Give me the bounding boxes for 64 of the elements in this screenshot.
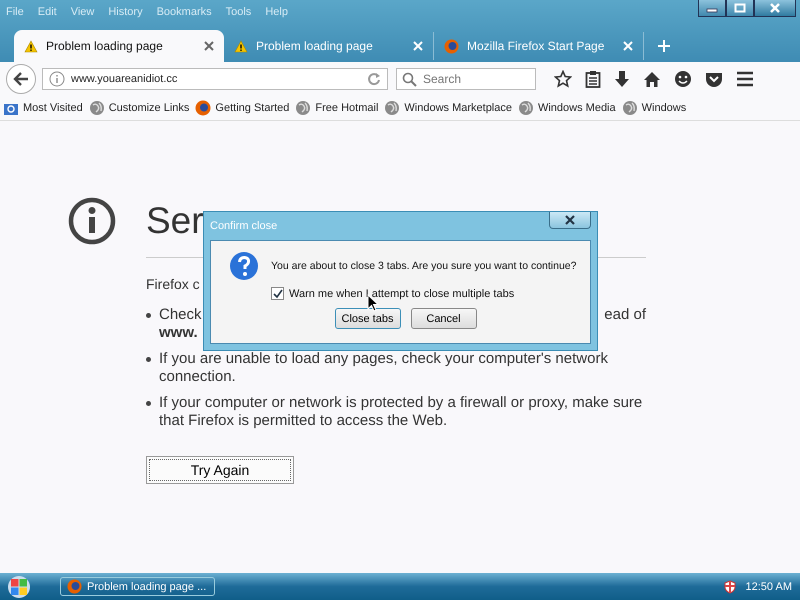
checkbox-label: Warn me when I attempt to close multiple tabs — [289, 288, 514, 300]
error-text: Firefox c — [146, 276, 201, 292]
close-icon — [768, 3, 782, 13]
firefox-icon — [195, 100, 212, 116]
warning-icon — [234, 40, 248, 52]
question-icon — [229, 251, 259, 281]
bookmark-item[interactable]: Most Visited — [3, 100, 83, 116]
bookmark-item[interactable]: Free Hotmail — [295, 100, 378, 116]
bookmark-item[interactable]: Windows Media — [518, 100, 616, 116]
globe-icon — [622, 100, 638, 116]
home-icon[interactable] — [643, 70, 661, 88]
close-button[interactable] — [549, 212, 591, 229]
bookmark-item[interactable]: Getting Started — [195, 100, 290, 116]
info-icon — [68, 197, 116, 245]
try-again-button[interactable]: Try Again — [146, 456, 294, 484]
search-field[interactable]: Search — [396, 68, 536, 90]
dialog-message: You are about to close 3 tabs. Are you sure you want to continue? — [271, 260, 576, 272]
bullet-icon — [146, 357, 151, 362]
bullet-icon — [146, 401, 151, 406]
globe-icon — [88, 100, 105, 116]
dialog-button[interactable]: Close tabs — [334, 308, 400, 329]
bookmark-item[interactable]: Customize Links — [88, 100, 190, 116]
globe-icon — [295, 100, 312, 116]
smiley-icon[interactable] — [674, 70, 692, 88]
shield-icon[interactable] — [724, 580, 736, 594]
dialog-title: Confirm close — [210, 220, 278, 232]
warning-icon — [24, 40, 38, 52]
clock-text: 12:50 AM — [746, 580, 792, 592]
globe-icon — [384, 100, 400, 116]
windows-logo-icon — [10, 578, 28, 596]
info-icon — [49, 71, 65, 87]
error-text: If your computer or network is protected by a firewall or proxy, make sure that Firefox is permitted to access the Web. — [159, 394, 644, 430]
error-text: If you are unable to load any pages, check your computer's network connection. — [159, 350, 609, 386]
maximize-icon — [734, 3, 746, 13]
taskbar-item[interactable]: Problem loading page ... — [60, 577, 215, 596]
error-text: www. — [159, 324, 198, 342]
close-icon — [564, 215, 576, 225]
start-button[interactable] — [8, 576, 30, 598]
error-text: ead of — [604, 306, 646, 324]
bookmark-item[interactable]: Windows — [622, 100, 686, 116]
dialog-button[interactable]: Cancel — [410, 308, 476, 329]
back-button[interactable] — [6, 64, 36, 94]
firefox-icon — [444, 38, 459, 54]
bullet-icon — [146, 313, 151, 318]
menu-icon[interactable] — [736, 71, 754, 87]
star-icon[interactable] — [554, 70, 572, 88]
firefox-icon — [67, 579, 82, 594]
error-heading: Ser — [146, 199, 204, 243]
minimize-button[interactable] — [698, 0, 726, 17]
close-button[interactable] — [754, 0, 796, 17]
address-field[interactable]: www.youareanidiot.cc — [42, 68, 388, 90]
reload-icon[interactable] — [367, 72, 381, 86]
close-tab-icon[interactable] — [204, 41, 214, 51]
bookmark-item[interactable]: Windows Marketplace — [384, 100, 512, 116]
clipboard-icon[interactable] — [585, 70, 601, 88]
browser-tab[interactable]: Problem loading page — [14, 30, 224, 62]
download-icon[interactable] — [614, 70, 630, 88]
new-tab-icon[interactable] — [658, 40, 670, 52]
checkbox[interactable] — [271, 287, 284, 300]
error-text: Check — [159, 306, 202, 324]
pocket-icon[interactable] — [705, 71, 723, 87]
globe-icon — [518, 100, 534, 116]
back-arrow-icon — [13, 72, 29, 86]
maximize-button[interactable] — [726, 0, 754, 17]
